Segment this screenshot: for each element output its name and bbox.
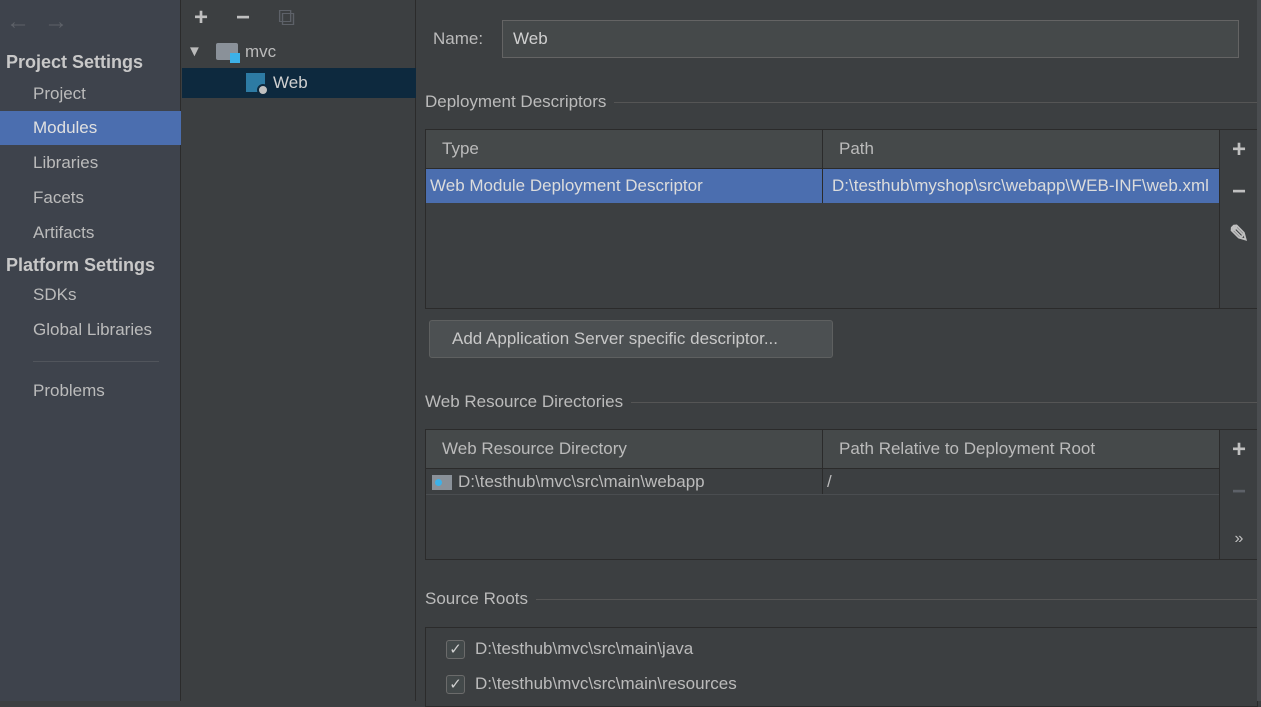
web-resource-directories-heading: Web Resource Directories [425,392,1257,412]
cell-type: Web Module Deployment Descriptor [426,169,823,203]
deployment-descriptors-table: Type Path Web Module Deployment Descripto… [425,129,1220,309]
table-row[interactable]: D:\testhub\mvc\src\main\webapp / [426,469,1219,495]
tree-node-label: Web [273,73,308,92]
sidebar-item-libraries[interactable]: Libraries [0,146,181,180]
directory-path: D:\testhub\mvc\src\main\webapp [458,472,705,491]
add-icon[interactable]: + [194,4,208,32]
cell-directory: D:\testhub\mvc\src\main\webapp [426,469,823,494]
sidebar-item-facets[interactable]: Facets [0,181,181,215]
expand-arrow-icon[interactable]: ▼ [187,37,202,67]
remove-icon[interactable]: − [1220,178,1258,206]
divider [33,361,159,362]
web-facet-settings: Name: Web Deployment Descriptors Type Pat… [417,0,1261,707]
module-tree: + − ⧉ ▼ mvc Web [182,0,416,701]
add-server-descriptor-button[interactable]: Add Application Server specific descript… [429,320,833,358]
sidebar-item-sdks[interactable]: SDKs [0,278,181,312]
back-arrow-icon[interactable]: ← [6,8,30,35]
add-icon[interactable]: + [1220,436,1258,464]
module-folder-icon [216,43,240,63]
source-root-item[interactable]: ✓ D:\testhub\mvc\src\main\java [446,634,693,664]
web-facet-icon [246,73,269,96]
copy-icon[interactable]: ⧉ [278,4,295,32]
web-resource-toolbar: + − » [1220,429,1258,560]
add-icon[interactable]: + [1220,136,1258,164]
source-roots-list: ✓ D:\testhub\mvc\src\main\java ✓ D:\testhu… [425,627,1258,707]
name-input[interactable]: Web [502,20,1239,58]
sidebar-item-artifacts[interactable]: Artifacts [0,216,181,250]
checkbox-checked[interactable]: ✓ [446,640,465,660]
web-resource-table: Web Resource Directory Path Relative to D… [425,429,1220,560]
sidebar-item-modules[interactable]: Modules [0,111,181,145]
sidebar-item-problems[interactable]: Problems [0,374,181,408]
group-title: Web Resource Directories [425,392,624,411]
name-label: Name: [433,29,484,48]
forward-arrow-icon[interactable]: → [44,8,68,35]
deployment-descriptors-heading: Deployment Descriptors [425,92,1257,112]
group-title: Source Roots [425,589,528,608]
tree-node-label: mvc [245,42,277,61]
platform-settings-heading: Platform Settings [6,255,156,275]
tree-node-mvc[interactable]: ▼ mvc [182,37,416,67]
table-row[interactable]: Web Module Deployment Descriptor D:\testh… [426,169,1219,203]
column-relative-path[interactable]: Path Relative to Deployment Root [823,430,1219,468]
web-folder-icon [432,475,452,491]
checkbox-checked[interactable]: ✓ [446,675,465,695]
group-title: Deployment Descriptors [425,92,607,111]
source-roots-heading: Source Roots [425,589,1257,609]
cell-path: D:\testhub\myshop\src\webapp\WEB-INF\web… [832,176,1209,195]
source-root-path: D:\testhub\mvc\src\main\resources [475,674,737,693]
sidebar-item-project[interactable]: Project [0,77,181,111]
settings-sidebar: ← → Project Settings Project Modules Libr… [0,0,181,701]
deployment-toolbar: + − ✎ [1220,129,1258,309]
cell-relative-path: / [827,472,832,491]
source-root-path: D:\testhub\mvc\src\main\java [475,639,694,658]
tree-node-web[interactable]: Web [182,68,416,98]
source-root-item[interactable]: ✓ D:\testhub\mvc\src\main\resources [446,669,737,699]
project-settings-heading: Project Settings [6,52,144,72]
more-icon[interactable]: » [1220,530,1258,548]
scrollbar[interactable] [1257,0,1261,701]
remove-icon[interactable]: − [236,4,250,32]
sidebar-item-global-libraries[interactable]: Global Libraries [0,313,181,347]
column-path[interactable]: Path [823,130,1219,168]
remove-icon: − [1231,478,1246,505]
column-directory[interactable]: Web Resource Directory [426,430,823,468]
column-type[interactable]: Type [426,130,823,168]
edit-pencil-icon[interactable]: ✎ [1220,220,1258,249]
